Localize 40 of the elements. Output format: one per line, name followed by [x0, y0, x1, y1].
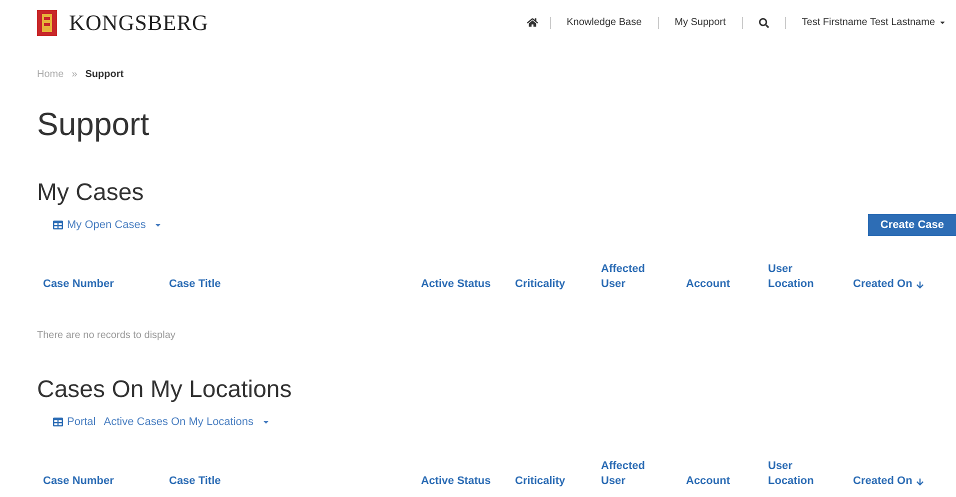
caret-icon	[939, 19, 946, 26]
column-header[interactable]: Active Status	[421, 474, 515, 489]
view-selector[interactable]: Portal	[67, 414, 96, 430]
sort-arrow-icon	[916, 478, 924, 486]
page-title: Support	[37, 105, 150, 144]
section-title: My Cases	[37, 178, 144, 208]
column-header[interactable]: Account	[686, 474, 768, 489]
breadcrumb-separator: »	[72, 68, 78, 82]
table-icon	[53, 417, 63, 427]
column-header[interactable]: Affected User	[601, 262, 686, 292]
column-header[interactable]: Case Number	[43, 474, 169, 489]
breadcrumb-link[interactable]: Support	[85, 67, 124, 82]
column-header[interactable]: Criticality	[515, 474, 601, 489]
column-header[interactable]: Case Title	[169, 474, 421, 489]
view-selector[interactable]: My Open Cases	[67, 216, 146, 234]
column-header[interactable]: Criticality	[515, 277, 601, 292]
column-header[interactable]: Affected User	[601, 459, 686, 489]
column-header[interactable]: Active Status	[421, 277, 515, 292]
sort-arrow-icon	[916, 281, 924, 289]
section-title: Cases On My Locations	[37, 375, 292, 405]
nav-link[interactable]: Knowledge Base	[550, 15, 658, 30]
table-icon	[53, 220, 63, 230]
empty-message: There are no records to display	[37, 329, 176, 343]
caret-icon	[262, 418, 270, 426]
search-icon[interactable]	[758, 18, 769, 28]
column-header[interactable]: Created On	[853, 277, 956, 292]
column-header[interactable]: Case Number	[43, 277, 169, 292]
brand-name: KONGSBERG	[69, 9, 208, 37]
column-header[interactable]: Created On	[853, 474, 956, 489]
nav-link[interactable]: My Support	[658, 15, 742, 30]
column-header[interactable]: User Location	[768, 262, 853, 292]
column-header[interactable]: Case Title	[169, 277, 421, 292]
caret-icon	[154, 221, 162, 229]
column-header[interactable]: Account	[686, 277, 768, 292]
user-menu[interactable]: Test Firstname Test Lastname	[786, 15, 946, 30]
view-selector[interactable]: Active Cases On My Locations	[104, 414, 254, 430]
home-icon[interactable]	[526, 17, 538, 28]
logo-icon	[37, 10, 57, 36]
column-header[interactable]: User Location	[768, 459, 853, 489]
create-case-button[interactable]: Create Case	[868, 214, 956, 236]
